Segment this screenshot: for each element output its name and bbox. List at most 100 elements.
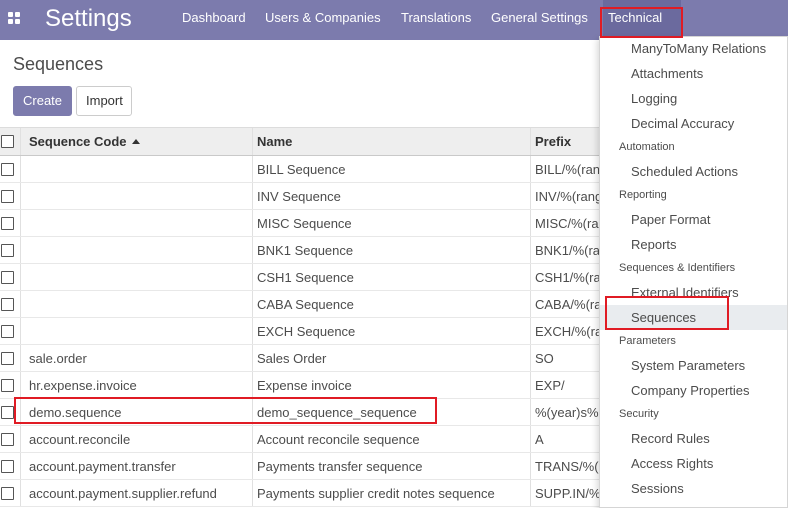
- column-header-prefix[interactable]: Prefix: [530, 128, 600, 155]
- row-checkbox[interactable]: [1, 190, 14, 203]
- row-checkbox[interactable]: [1, 433, 14, 446]
- row-select-cell: [0, 264, 20, 290]
- cell-name: BILL Sequence: [252, 156, 530, 182]
- menu-item-attachments[interactable]: Attachments: [600, 61, 787, 86]
- cell-sequence-code: [20, 183, 252, 209]
- row-checkbox[interactable]: [1, 379, 14, 392]
- cell-name: demo_sequence_sequence: [252, 399, 530, 425]
- row-select-cell: [0, 291, 20, 317]
- menu-item-record-rules[interactable]: Record Rules: [600, 426, 787, 451]
- cell-prefix: BILL/%(range_year)s/: [530, 156, 600, 182]
- row-checkbox[interactable]: [1, 325, 14, 338]
- row-select-cell: [0, 372, 20, 398]
- column-header-code[interactable]: Sequence Code: [20, 128, 252, 155]
- cell-sequence-code: [20, 264, 252, 290]
- row-select-cell: [0, 210, 20, 236]
- sort-ascending-icon: [131, 139, 140, 144]
- cell-prefix: BNK1/%(range_year)s/: [530, 237, 600, 263]
- row-checkbox[interactable]: [1, 460, 14, 473]
- menu-item-decimal-accuracy[interactable]: Decimal Accuracy: [600, 111, 787, 136]
- cell-sequence-code: [20, 156, 252, 182]
- table-row[interactable]: BNK1 SequenceBNK1/%(range_year)s/: [0, 237, 600, 264]
- select-all-checkbox[interactable]: [1, 135, 14, 148]
- import-button[interactable]: Import: [76, 86, 132, 116]
- cell-prefix: A: [530, 426, 600, 452]
- cell-prefix: SUPP.IN/%(range_year)s/: [530, 480, 600, 506]
- cell-sequence-code: [20, 210, 252, 236]
- menu-section-automation: Automation: [619, 141, 675, 153]
- cell-name: CABA Sequence: [252, 291, 530, 317]
- table-row[interactable]: EXCH SequenceEXCH/%(range_year)s/: [0, 318, 600, 345]
- table-row[interactable]: demo.sequence demo_sequence_sequence %(yea…: [0, 399, 600, 426]
- cell-prefix: SO: [530, 345, 600, 371]
- row-select-cell: [0, 345, 20, 371]
- row-checkbox[interactable]: [1, 244, 14, 257]
- menu-section-sequences-identifiers: Sequences & Identifiers: [619, 262, 736, 274]
- menu-section-parameters: Parameters: [619, 335, 676, 347]
- create-button[interactable]: Create: [13, 86, 72, 116]
- cell-name: INV Sequence: [252, 183, 530, 209]
- cell-name: CSH1 Sequence: [252, 264, 530, 290]
- cell-prefix: CABA/%(range_year)s/: [530, 291, 600, 317]
- table-row[interactable]: INV SequenceINV/%(range_year)s/: [0, 183, 600, 210]
- cell-sequence-code: [20, 237, 252, 263]
- cell-name: Sales Order: [252, 345, 530, 371]
- table-row[interactable]: account.payment.supplier.refund Payments …: [0, 480, 600, 507]
- menu-item-access-rights[interactable]: Access Rights: [600, 451, 787, 476]
- row-checkbox[interactable]: [1, 406, 14, 419]
- cell-prefix: CSH1/%(range_year)s/: [530, 264, 600, 290]
- cell-name: BNK1 Sequence: [252, 237, 530, 263]
- cell-prefix: EXCH/%(range_year)s/: [530, 318, 600, 344]
- app-brand[interactable]: Settings: [45, 4, 132, 34]
- menu-item-system-parameters[interactable]: System Parameters: [600, 353, 787, 378]
- menu-item-sessions[interactable]: Sessions: [600, 476, 787, 501]
- sequences-table: Sequence Code Name Prefix BILL Sequence B…: [0, 127, 600, 507]
- cell-sequence-code: account.payment.transfer: [20, 453, 252, 479]
- table-row[interactable]: CSH1 SequenceCSH1/%(range_year)s/: [0, 264, 600, 291]
- nav-users-companies[interactable]: Users & Companies: [261, 0, 385, 40]
- cell-sequence-code: account.payment.supplier.refund: [20, 480, 252, 506]
- menu-item-external-identifiers[interactable]: External Identifiers: [600, 280, 787, 305]
- column-header-name[interactable]: Name: [252, 128, 530, 155]
- apps-menu-icon[interactable]: [8, 12, 20, 24]
- row-checkbox[interactable]: [1, 298, 14, 311]
- top-navbar: Settings Dashboard Users & Companies Tra…: [0, 0, 788, 40]
- cell-name: Payments transfer sequence: [252, 453, 530, 479]
- table-row[interactable]: CABA SequenceCABA/%(range_year)s/: [0, 291, 600, 318]
- menu-item-paper-format[interactable]: Paper Format: [600, 207, 787, 232]
- row-checkbox[interactable]: [1, 487, 14, 500]
- nav-technical[interactable]: Technical: [603, 0, 681, 40]
- select-all-cell: [0, 128, 20, 155]
- cell-prefix: %(year)s%(month)s: [530, 399, 600, 425]
- row-checkbox[interactable]: [1, 352, 14, 365]
- technical-dropdown-menu: ManyToMany Relations Attachments Logging De…: [599, 36, 788, 508]
- cell-sequence-code: [20, 291, 252, 317]
- cell-prefix: TRANS/%(range_year)s/: [530, 453, 600, 479]
- table-row[interactable]: BILL SequenceBILL/%(range_year)s/: [0, 156, 600, 183]
- row-select-cell: [0, 426, 20, 452]
- table-row[interactable]: account.payment.transfer Payments transfe…: [0, 453, 600, 480]
- menu-item-scheduled-actions[interactable]: Scheduled Actions: [600, 159, 787, 184]
- nav-translations[interactable]: Translations: [397, 0, 475, 40]
- cell-prefix: EXP/: [530, 372, 600, 398]
- menu-item-company-properties[interactable]: Company Properties: [600, 378, 787, 403]
- menu-item-logging[interactable]: Logging: [600, 86, 787, 111]
- row-checkbox[interactable]: [1, 163, 14, 176]
- table-row[interactable]: sale.order Sales Order SO: [0, 345, 600, 372]
- row-checkbox[interactable]: [1, 271, 14, 284]
- cell-prefix: MISC/%(range_year)s/: [530, 210, 600, 236]
- cell-name: Expense invoice: [252, 372, 530, 398]
- table-row[interactable]: hr.expense.invoice Expense invoice EXP/: [0, 372, 600, 399]
- table-row[interactable]: MISC SequenceMISC/%(range_year)s/: [0, 210, 600, 237]
- menu-item-manytomany-relations[interactable]: ManyToMany Relations: [600, 37, 787, 61]
- table-row[interactable]: account.reconcile Account reconcile seque…: [0, 426, 600, 453]
- nav-general-settings[interactable]: General Settings: [487, 0, 592, 40]
- menu-item-sequences[interactable]: Sequences: [600, 305, 787, 330]
- menu-item-reports[interactable]: Reports: [600, 232, 787, 257]
- nav-dashboard[interactable]: Dashboard: [178, 0, 250, 40]
- cell-name: MISC Sequence: [252, 210, 530, 236]
- cell-sequence-code: hr.expense.invoice: [20, 372, 252, 398]
- row-checkbox[interactable]: [1, 217, 14, 230]
- row-select-cell: [0, 399, 20, 425]
- cell-sequence-code: demo.sequence: [20, 399, 252, 425]
